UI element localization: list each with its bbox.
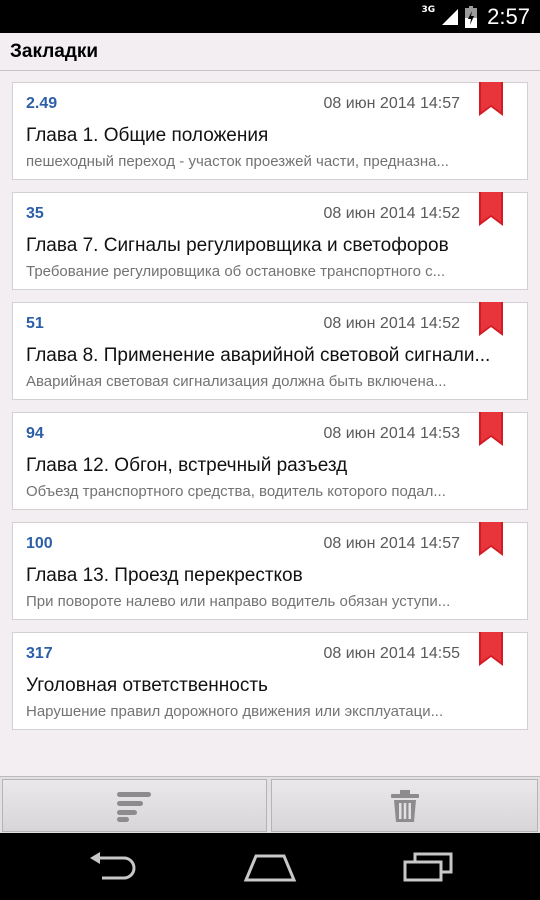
sort-icon [116,791,151,822]
bookmark-number: 51 [26,315,44,332]
bookmark-ribbon-icon[interactable] [479,302,503,336]
battery-icon [465,5,478,28]
bookmark-date: 08 июн 2014 14:57 [323,535,460,552]
bookmark-snippet: Нарушение правил дорожного движения или … [26,703,444,720]
bookmark-chapter: Глава 8. Применение аварийной световой с… [26,345,491,366]
trash-icon [390,789,419,822]
bookmark-date: 08 июн 2014 14:53 [323,425,460,442]
bookmark-number: 100 [26,535,53,552]
bookmark-chapter: Глава 1. Общие положения [26,125,269,146]
action-bar: Закладки [0,33,540,71]
bookmark-item[interactable]: 35 08 июн 2014 14:52 Глава 7. Сигналы ре… [12,192,528,290]
home-icon [243,854,297,882]
bookmark-chapter: Глава 7. Сигналы регулировщика и светофо… [26,235,449,256]
bottom-action-bar [0,776,540,833]
bookmark-snippet: Объезд транспортного средства, водитель … [26,483,446,500]
sort-button[interactable] [2,779,267,832]
recent-apps-button[interactable] [388,847,468,887]
bookmark-item[interactable]: 2.49 08 июн 2014 14:57 Глава 1. Общие по… [12,82,528,180]
back-button[interactable] [72,847,152,887]
bookmark-number: 94 [26,425,44,442]
bookmark-snippet: При повороте налево или направо водитель… [26,593,451,610]
bookmark-ribbon-icon[interactable] [479,192,503,226]
bookmark-chapter: Глава 13. Проезд перекрестков [26,565,303,586]
bookmark-ribbon-icon[interactable] [479,522,503,556]
bookmark-number: 35 [26,205,44,222]
page-title: Закладки [10,41,99,62]
bookmark-item[interactable]: 51 08 июн 2014 14:52 Глава 8. Применение… [12,302,528,400]
home-button[interactable] [230,847,310,887]
bookmark-item[interactable]: 94 08 июн 2014 14:53 Глава 12. Обгон, вс… [12,412,528,510]
bookmark-chapter: Глава 12. Обгон, встречный разъезд [26,455,348,476]
bookmark-ribbon-icon[interactable] [479,632,503,666]
bookmark-ribbon-icon[interactable] [479,82,503,116]
network-type: 3G [421,4,436,15]
bookmark-snippet: Требование регулировщика об остановке тр… [26,263,446,280]
bookmark-number: 2.49 [26,95,58,112]
system-nav-bar [0,833,540,900]
bookmark-number: 317 [26,645,53,662]
bookmark-snippet: пешеходный переход - участок проезжей ча… [26,153,449,170]
recent-apps-icon [403,852,453,882]
status-icons: 3G 2:57 [422,0,530,33]
bookmark-item[interactable]: 100 08 июн 2014 14:57 Глава 13. Проезд п… [12,522,528,620]
bookmark-date: 08 июн 2014 14:57 [323,95,460,112]
bookmark-date: 08 июн 2014 14:52 [323,315,460,332]
bookmark-date: 08 июн 2014 14:55 [323,645,460,662]
signal-icon [442,8,459,25]
back-icon [90,852,136,880]
delete-button[interactable] [271,779,538,832]
bookmark-date: 08 июн 2014 14:52 [323,205,460,222]
bookmark-snippet: Аварийная световая сигнализация должна б… [26,373,447,390]
bookmark-item[interactable]: 317 08 июн 2014 14:55 Уголовная ответств… [12,632,528,730]
bookmark-chapter: Уголовная ответственность [26,675,268,696]
clock: 2:57 [487,3,530,29]
status-bar: 3G 2:57 [0,0,540,33]
bookmark-ribbon-icon[interactable] [479,412,503,446]
